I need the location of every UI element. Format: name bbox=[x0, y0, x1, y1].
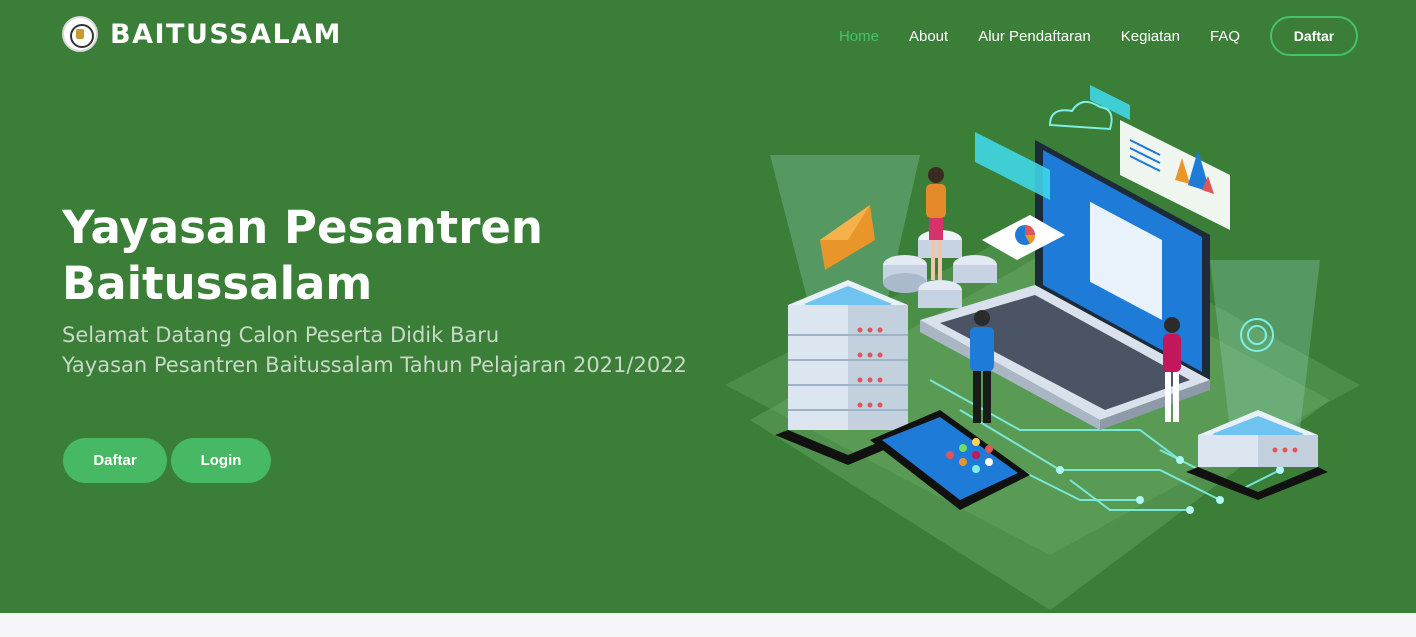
page-title: Yayasan Pesantren Baitussalam bbox=[62, 200, 622, 312]
hero-subtitle: Selamat Datang Calon Peserta Didik Baru … bbox=[62, 320, 742, 380]
nav-faq[interactable]: FAQ bbox=[1210, 28, 1240, 45]
brand[interactable]: BAITUSSALAM bbox=[62, 16, 342, 52]
brand-name: BAITUSSALAM bbox=[110, 18, 342, 50]
nav-about[interactable]: About bbox=[909, 28, 948, 45]
nav-kegiatan[interactable]: Kegiatan bbox=[1121, 28, 1180, 45]
main-nav: Home About Alur Pendaftaran Kegiatan FAQ… bbox=[809, 16, 1358, 56]
page-bottom-strip bbox=[0, 613, 1416, 637]
subtitle-line-2: Yayasan Pesantren Baitussalam Tahun Pela… bbox=[62, 353, 687, 377]
title-line-2: Baitussalam bbox=[62, 257, 373, 310]
login-button[interactable]: Login bbox=[171, 438, 271, 483]
daftar-button[interactable]: Daftar bbox=[63, 438, 167, 483]
title-line-1: Yayasan Pesantren bbox=[62, 201, 543, 254]
nav-home[interactable]: Home bbox=[839, 28, 879, 45]
hero-buttons: Daftar Login bbox=[63, 438, 271, 483]
nav-alur-pendaftaran[interactable]: Alur Pendaftaran bbox=[978, 28, 1091, 45]
subtitle-line-1: Selamat Datang Calon Peserta Didik Baru bbox=[62, 323, 500, 347]
isometric-online-learning-illustration bbox=[725, 85, 1360, 610]
hero-section: BAITUSSALAM Home About Alur Pendaftaran … bbox=[0, 0, 1416, 613]
school-emblem-icon bbox=[62, 16, 98, 52]
nav-daftar-button[interactable]: Daftar bbox=[1270, 16, 1358, 56]
